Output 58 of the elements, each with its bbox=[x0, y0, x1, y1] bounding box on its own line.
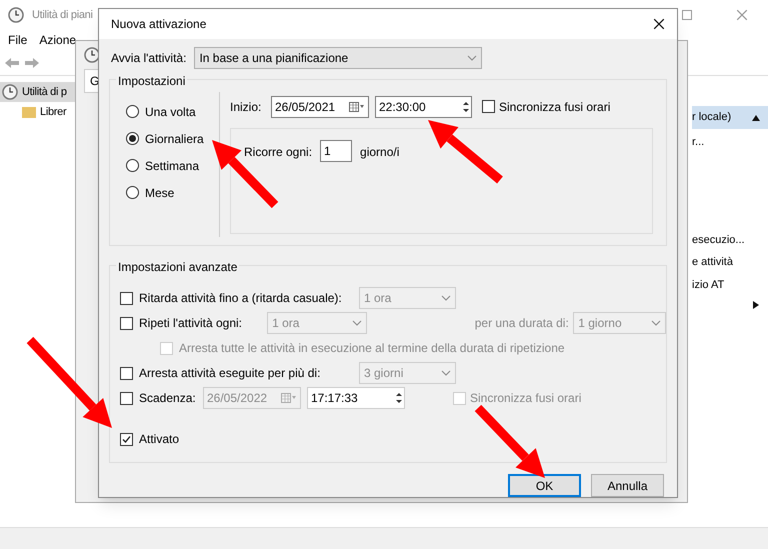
unit-label: giorno/i bbox=[360, 144, 400, 161]
checkbox[interactable] bbox=[120, 432, 133, 446]
recurrence-field[interactable]: 1 bbox=[320, 140, 352, 162]
checkbox[interactable] bbox=[482, 100, 495, 114]
checkbox-label: Ripeti l'attività ogni: bbox=[139, 315, 244, 332]
tree-item[interactable]: Librer bbox=[0, 102, 75, 122]
chevron-icon[interactable] bbox=[441, 370, 451, 376]
window-title: Utilità di piani bbox=[32, 8, 93, 23]
time-field[interactable]: 22:30:00 bbox=[375, 96, 472, 118]
time-field[interactable]: 17:17:33 bbox=[307, 387, 405, 410]
field-label: Ricorre ogni: bbox=[244, 144, 312, 161]
checkbox-label: Arresta attività eseguite per più di: bbox=[139, 365, 322, 382]
field-label: Inizio: bbox=[230, 98, 262, 116]
start-dropdown[interactable]: In base a una pianificazione bbox=[194, 46, 482, 69]
radio-label: Giornaliera bbox=[145, 130, 204, 148]
tree-item[interactable]: Utilità di p bbox=[0, 82, 75, 102]
clock-icon bbox=[8, 7, 24, 23]
checkbox-label: Sincronizza fusi orari bbox=[470, 390, 582, 408]
chevron-icon[interactable] bbox=[441, 295, 451, 302]
radio-label: Mese bbox=[145, 184, 174, 202]
checkbox[interactable] bbox=[120, 292, 133, 305]
checkbox[interactable] bbox=[120, 366, 133, 380]
radio-button[interactable] bbox=[126, 105, 139, 118]
chevron-icon[interactable] bbox=[651, 320, 661, 326]
dialog-button[interactable]: Annulla bbox=[591, 474, 664, 497]
expand-icon[interactable] bbox=[752, 301, 760, 309]
maximize-icon[interactable] bbox=[682, 10, 692, 20]
checkbox-label: Attivato bbox=[139, 431, 180, 448]
action-item[interactable]: esecuzio... bbox=[692, 232, 768, 248]
field-label: Avvia l'attività: bbox=[111, 50, 186, 67]
clock-icon bbox=[2, 84, 18, 100]
dialog-title: Nuova attivazione bbox=[111, 16, 206, 33]
action-item[interactable]: e attività bbox=[692, 254, 768, 270]
radio-button[interactable] bbox=[126, 186, 139, 200]
field-label: per una durata di: bbox=[474, 315, 570, 332]
radio-label: Una volta bbox=[145, 104, 196, 121]
checkbox[interactable] bbox=[120, 316, 133, 330]
chevron-icon[interactable] bbox=[352, 320, 362, 326]
actions-header[interactable]: r locale) bbox=[692, 106, 768, 129]
action-item[interactable]: r... bbox=[692, 134, 768, 150]
date-field[interactable]: 26/05/2021 bbox=[271, 96, 369, 118]
menu-item[interactable]: File bbox=[8, 31, 28, 49]
checkbox-label: Ritarda attività fino a (ritarda casuale): bbox=[139, 290, 343, 308]
action-item[interactable]: izio AT bbox=[692, 276, 768, 293]
chevron-icon[interactable] bbox=[467, 54, 478, 61]
checkbox-label: Sincronizza fusi orari bbox=[499, 98, 610, 116]
checkbox[interactable] bbox=[120, 392, 133, 405]
menu-item[interactable]: Azione bbox=[39, 31, 76, 49]
radio-button[interactable] bbox=[126, 159, 139, 172]
close-icon[interactable] bbox=[653, 18, 665, 30]
radio-label: Settimana bbox=[145, 158, 200, 175]
checkbox-label: Scadenza: bbox=[139, 390, 197, 408]
calendar-icon[interactable] bbox=[349, 102, 365, 112]
checkbox-label: Arresta tutte le attività in esecuzione al termine della durata di ripetizione bbox=[179, 340, 565, 358]
dialog-button[interactable]: OK bbox=[508, 474, 581, 497]
folder-icon bbox=[22, 106, 36, 118]
radio-button[interactable] bbox=[126, 132, 139, 146]
collapse-icon[interactable] bbox=[752, 114, 760, 122]
